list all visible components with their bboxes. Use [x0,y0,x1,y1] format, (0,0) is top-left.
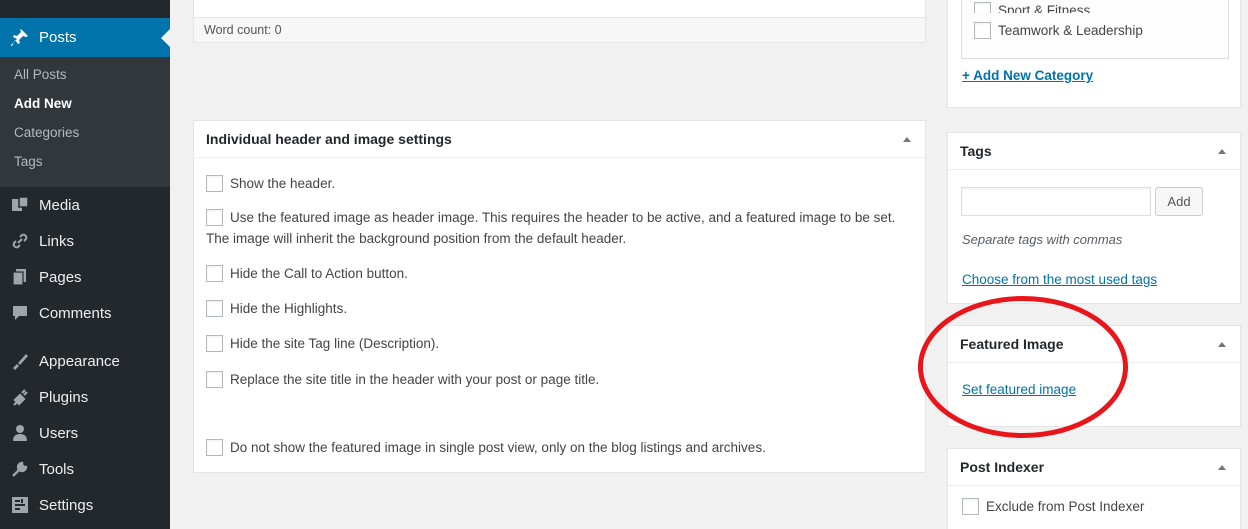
show-header-checkbox[interactable] [206,175,223,192]
pages-icon [10,267,30,287]
menu-item-appearance[interactable]: Appearance [0,343,170,379]
option-hide-cta[interactable]: Hide the Call to Action button. [206,263,408,284]
settings-box-title: Individual header and image settings [206,131,452,147]
set-featured-image-link[interactable]: Set featured image [962,382,1076,397]
menu-item-users[interactable]: Users [0,415,170,451]
option-label-continuation: The image will inherit the background po… [206,231,627,246]
replace-site-title-checkbox[interactable] [206,371,223,388]
category-label: Sport & Fitness [998,3,1091,14]
tags-hint: Separate tags with commas [962,232,1123,247]
category-item[interactable]: Sport & Fitness [974,0,1090,13]
categories-box: Sport & Fitness Teamwork & Leadership + … [947,0,1241,108]
menu-item-comments[interactable]: Comments [0,295,170,331]
tags-input[interactable] [961,187,1151,216]
menu-label-posts: Posts [39,29,77,46]
featured-image-box-header[interactable]: Featured Image [948,326,1240,363]
posts-submenu: All Posts Add New Categories Tags [0,57,170,187]
menu-item-settings[interactable]: Settings [0,487,170,523]
admin-sidebar: Posts All Posts Add New Categories Tags … [0,0,170,529]
featured-image-box: Featured Image Set featured image [947,325,1241,427]
option-label: Use the featured image as header image. … [230,210,896,225]
add-tag-button[interactable]: Add [1155,187,1203,216]
option-hide-highlights[interactable]: Hide the Highlights. [206,298,347,319]
menu-label-tools: Tools [39,460,75,478]
tools-icon [10,459,30,479]
submenu-add-new[interactable]: Add New [0,94,170,123]
category-checkbox[interactable] [974,2,991,13]
plugins-icon [10,387,30,407]
submenu-categories[interactable]: Categories [0,123,170,152]
menu-label-users: Users [39,424,79,442]
menu-label-appearance: Appearance [39,352,120,370]
option-label: Hide the Call to Action button. [230,266,408,281]
option-show-header[interactable]: Show the header. [206,173,335,194]
menu-item-pages[interactable]: Pages [0,259,170,295]
post-indexer-box-header[interactable]: Post Indexer [948,449,1240,486]
collapse-toggle-icon[interactable] [1218,341,1226,347]
menu-label-pages: Pages [39,268,82,286]
word-count: Word count: 0 [194,17,925,42]
tags-box: Tags Add Separate tags with commas Choos… [947,132,1241,304]
option-hide-tagline[interactable]: Hide the site Tag line (Description). [206,333,439,354]
comments-icon [10,303,30,323]
hide-tagline-checkbox[interactable] [206,335,223,352]
post-indexer-title: Post Indexer [960,459,1045,475]
add-new-category-link[interactable]: + Add New Category [962,68,1093,83]
featured-image-title: Featured Image [960,336,1064,352]
hide-cta-checkbox[interactable] [206,265,223,282]
collapse-toggle-icon[interactable] [1218,464,1226,470]
featured-as-header-checkbox[interactable] [206,209,223,226]
post-editor-status-bar: Word count: 0 [193,0,926,43]
submenu-all-posts[interactable]: All Posts [0,65,170,94]
option-label: Hide the Highlights. [230,301,348,316]
menu-label-plugins: Plugins [39,388,89,406]
menu-item-media[interactable]: Media [0,187,170,223]
menu-label-settings: Settings [39,496,94,514]
submenu-tags[interactable]: Tags [0,152,170,181]
admin-menu: Media Links Pages Comments Appearance Pl… [0,187,170,523]
menu-label-comments: Comments [39,304,112,322]
users-icon [10,423,30,443]
links-icon [10,231,30,251]
option-exclude-from-indexer[interactable]: Exclude from Post Indexer [962,496,1144,517]
hide-featured-single-checkbox[interactable] [206,439,223,456]
option-hide-featured-single[interactable]: Do not show the featured image in single… [206,437,766,458]
media-icon [10,195,30,215]
option-label: Do not show the featured image in single… [230,440,766,455]
settings-box-header[interactable]: Individual header and image settings [194,121,925,158]
hide-highlights-checkbox[interactable] [206,300,223,317]
choose-most-used-tags-link[interactable]: Choose from the most used tags [962,272,1157,287]
collapse-toggle-icon[interactable] [903,136,911,142]
option-label: Show the header. [230,176,336,191]
exclude-indexer-checkbox[interactable] [962,498,979,515]
appearance-icon [10,351,30,371]
category-label: Teamwork & Leadership [998,23,1143,38]
option-label: Replace the site title in the header wit… [230,372,600,387]
category-checklist: Sport & Fitness Teamwork & Leadership [961,0,1229,59]
option-replace-site-title[interactable]: Replace the site title in the header wit… [206,369,599,390]
option-featured-as-header[interactable]: Use the featured image as header image. … [206,207,918,249]
menu-item-plugins[interactable]: Plugins [0,379,170,415]
category-checkbox[interactable] [974,22,991,39]
post-indexer-box: Post Indexer Exclude from Post Indexer [947,448,1241,529]
pushpin-icon [10,28,30,48]
menu-label-media: Media [39,196,80,214]
menu-item-links[interactable]: Links [0,223,170,259]
tags-box-title: Tags [960,143,992,159]
category-item[interactable]: Teamwork & Leadership [974,22,1143,39]
menu-item-posts[interactable]: Posts [0,18,170,57]
current-menu-arrow [161,29,170,47]
tags-box-header[interactable]: Tags [948,133,1240,170]
header-image-settings-box: Individual header and image settings Sho… [193,120,926,473]
option-label: Exclude from Post Indexer [986,499,1145,514]
menu-item-tools[interactable]: Tools [0,451,170,487]
settings-icon [10,495,30,515]
collapse-toggle-icon[interactable] [1218,148,1226,154]
menu-label-links: Links [39,232,75,250]
option-label: Hide the site Tag line (Description). [230,336,440,351]
